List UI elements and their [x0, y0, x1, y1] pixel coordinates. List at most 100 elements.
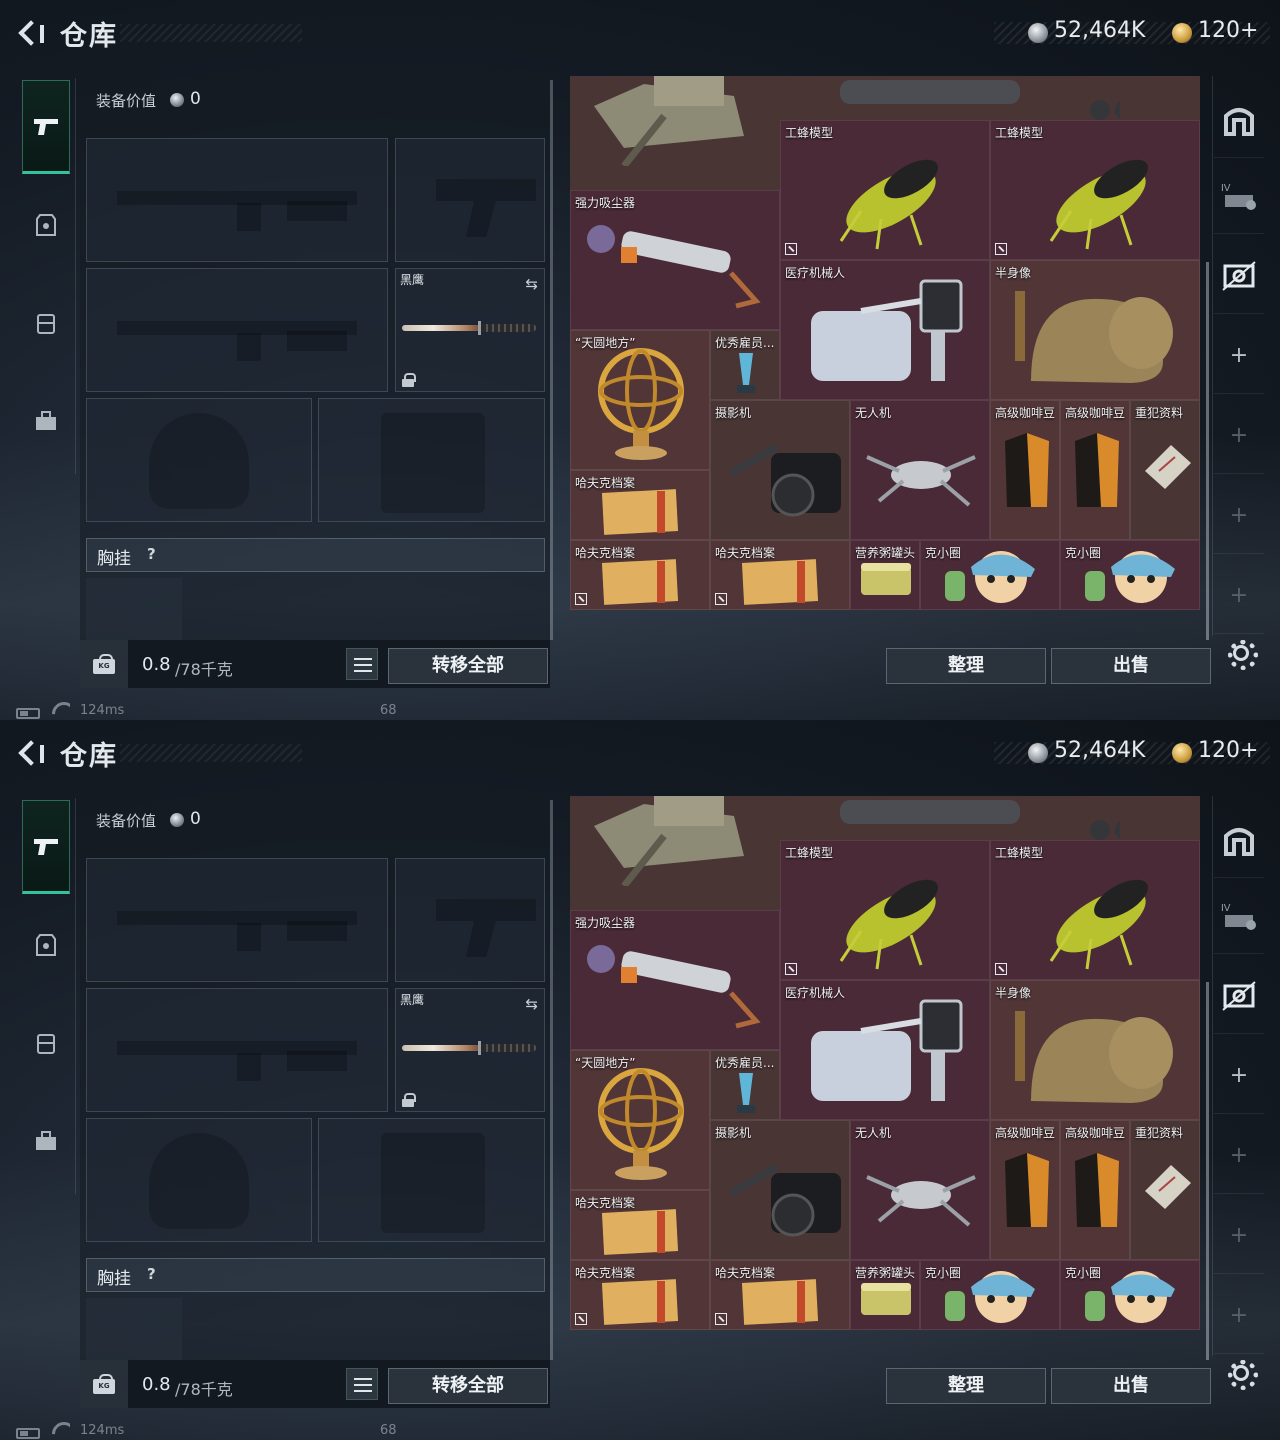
stash-item[interactable]: 高级咖啡豆 — [1060, 400, 1130, 540]
stash-item[interactable]: 克小圈 — [1060, 540, 1200, 610]
primary-weapon-slot[interactable] — [86, 138, 388, 262]
locked-stash-tab[interactable]: + — [1214, 398, 1264, 474]
helmet-slot[interactable] — [86, 398, 312, 522]
sort-button[interactable]: 整理 — [886, 1368, 1046, 1404]
chest-rig-slot[interactable] — [86, 578, 182, 640]
pistol-slot[interactable] — [395, 138, 545, 262]
nav-armor-tab[interactable] — [22, 898, 70, 992]
stash-item[interactable]: 克小圈 — [920, 540, 1060, 610]
stash-item[interactable]: 工蜂模型 — [780, 840, 990, 980]
stash-item[interactable]: 哈夫克档案 — [570, 540, 710, 610]
body-armor-slot[interactable] — [318, 398, 545, 522]
swap-icon[interactable]: ⇆ — [525, 275, 538, 293]
melee-slot[interactable]: 黑鹰 ⇆ — [395, 268, 545, 392]
list-view-button[interactable] — [346, 1368, 378, 1400]
stash-grid[interactable]: 工蜂模型 工蜂模型 强力吸尘器 医疗机械人 半身像 “天圆地方” 优秀雇员...… — [570, 76, 1200, 610]
stash-item[interactable]: 半身像 — [990, 980, 1200, 1120]
vehicle-model-item[interactable] — [780, 76, 1200, 120]
stash-item[interactable]: 营养粥罐头 — [850, 1260, 920, 1330]
equipment-scrollbar[interactable] — [550, 80, 553, 640]
equipment-scrollbar[interactable] — [550, 800, 553, 1360]
stash-item[interactable]: 克小圈 — [920, 1260, 1060, 1330]
nav-weapons-tab[interactable] — [22, 80, 70, 174]
stash-item[interactable]: 重犯资料 — [1130, 1120, 1200, 1260]
stash-item[interactable]: 哈夫克档案 — [570, 1190, 710, 1260]
nav-weapons-tab[interactable] — [22, 800, 70, 894]
stash-item[interactable]: 工蜂模型 — [780, 120, 990, 260]
stash-item[interactable]: 无人机 — [850, 400, 990, 540]
secondary-weapon-slot[interactable] — [86, 988, 388, 1112]
stash-item[interactable]: 克小圈 — [1060, 1260, 1200, 1330]
back-button[interactable] — [14, 736, 48, 770]
stash-item[interactable]: 营养粥罐头 — [850, 540, 920, 610]
pistol-slot[interactable] — [395, 858, 545, 982]
secondary-weapon-slot[interactable] — [86, 268, 388, 392]
list-view-button[interactable] — [346, 648, 378, 680]
vehicle-model-item[interactable] — [780, 796, 1200, 840]
stash-item[interactable]: 哈夫克档案 — [710, 540, 850, 610]
helmet-slot[interactable] — [86, 1118, 312, 1242]
stash-item[interactable]: 优秀雇员... — [710, 330, 780, 400]
ticket-amount[interactable]: 120+ — [1198, 18, 1258, 43]
stash-item[interactable]: “天圆地方” — [570, 1050, 710, 1190]
currency-amount[interactable]: 52,464K — [1054, 738, 1145, 763]
back-button[interactable] — [14, 16, 48, 50]
stash-tab-2[interactable]: IV — [1214, 878, 1264, 954]
stash-item[interactable]: “天圆地方” — [570, 330, 710, 470]
locked-stash-tab[interactable]: + — [1214, 558, 1264, 634]
melee-slot[interactable]: 黑鹰 ⇆ — [395, 988, 545, 1112]
stash-item[interactable]: 医疗机械人 — [780, 260, 990, 400]
stash-scrollbar[interactable] — [1206, 982, 1209, 1360]
tank-model-item[interactable] — [570, 796, 780, 910]
nav-case-tab[interactable] — [22, 374, 70, 468]
sell-button[interactable]: 出售 — [1051, 648, 1211, 684]
sell-button[interactable]: 出售 — [1051, 1368, 1211, 1404]
primary-weapon-slot[interactable] — [86, 858, 388, 982]
chest-rig-row[interactable]: 胸挂 ? — [86, 538, 545, 572]
help-icon[interactable]: ? — [147, 545, 156, 563]
stash-item[interactable]: 摄影机 — [710, 400, 850, 540]
stash-tab-2[interactable]: IV — [1214, 158, 1264, 234]
chest-rig-row[interactable]: 胸挂 ? — [86, 1258, 545, 1292]
swap-icon[interactable]: ⇆ — [525, 995, 538, 1013]
stash-item[interactable]: 强力吸尘器 — [570, 910, 780, 1050]
stash-item[interactable]: 优秀雇员... — [710, 1050, 780, 1120]
nav-backpack-tab[interactable] — [22, 276, 70, 370]
tank-model-item[interactable] — [570, 76, 780, 190]
nav-armor-tab[interactable] — [22, 178, 70, 272]
stash-item[interactable]: 哈夫克档案 — [570, 1260, 710, 1330]
stash-item[interactable]: 高级咖啡豆 — [990, 1120, 1060, 1260]
currency-amount[interactable]: 52,464K — [1054, 18, 1145, 43]
stash-tab-3[interactable] — [1214, 238, 1264, 314]
stash-item[interactable]: 哈夫克档案 — [570, 470, 710, 540]
stash-tab-home[interactable] — [1214, 82, 1264, 158]
settings-gear-icon[interactable] — [1224, 636, 1258, 670]
chest-rig-slot[interactable] — [86, 1298, 182, 1360]
stash-item[interactable]: 无人机 — [850, 1120, 990, 1260]
add-stash-tab-button[interactable]: + — [1214, 1038, 1264, 1114]
locked-stash-tab[interactable]: + — [1214, 1118, 1264, 1194]
stash-scrollbar[interactable] — [1206, 262, 1209, 640]
locked-stash-tab[interactable]: + — [1214, 478, 1264, 554]
stash-item[interactable]: 重犯资料 — [1130, 400, 1200, 540]
nav-case-tab[interactable] — [22, 1094, 70, 1188]
settings-gear-icon[interactable] — [1224, 1356, 1258, 1390]
add-stash-tab-button[interactable]: + — [1214, 318, 1264, 394]
stash-item[interactable]: 工蜂模型 — [990, 840, 1200, 980]
stash-item[interactable]: 工蜂模型 — [990, 120, 1200, 260]
stash-item[interactable]: 摄影机 — [710, 1120, 850, 1260]
sort-button[interactable]: 整理 — [886, 648, 1046, 684]
stash-item[interactable]: 强力吸尘器 — [570, 190, 780, 330]
ticket-amount[interactable]: 120+ — [1198, 738, 1258, 763]
transfer-all-button[interactable]: 转移全部 — [388, 648, 548, 684]
nav-backpack-tab[interactable] — [22, 996, 70, 1090]
stash-item[interactable]: 哈夫克档案 — [710, 1260, 850, 1330]
stash-item[interactable]: 高级咖啡豆 — [1060, 1120, 1130, 1260]
transfer-all-button[interactable]: 转移全部 — [388, 1368, 548, 1404]
stash-tab-home[interactable] — [1214, 802, 1264, 878]
stash-tab-3[interactable] — [1214, 958, 1264, 1034]
stash-item[interactable]: 半身像 — [990, 260, 1200, 400]
help-icon[interactable]: ? — [147, 1265, 156, 1283]
locked-stash-tab[interactable]: + — [1214, 1198, 1264, 1274]
stash-item[interactable]: 高级咖啡豆 — [990, 400, 1060, 540]
